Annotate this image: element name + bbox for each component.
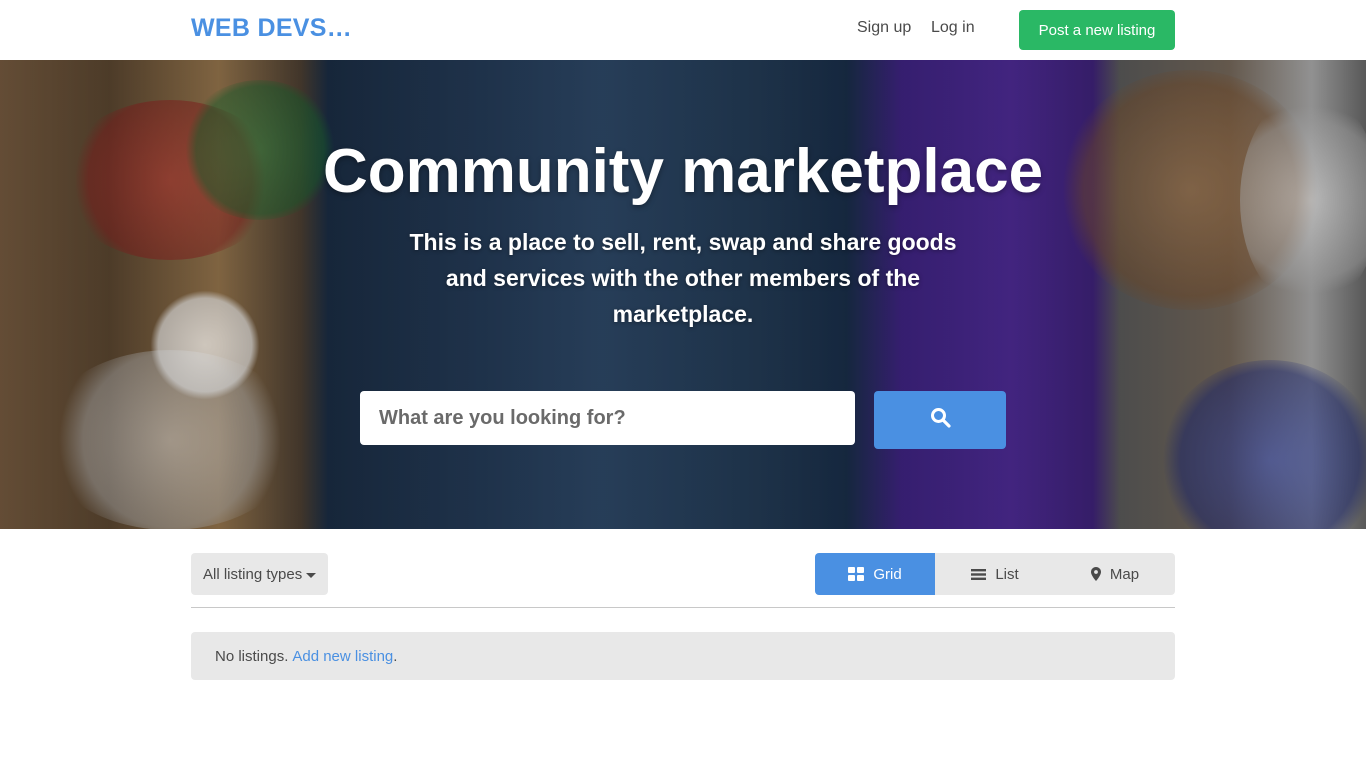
map-marker-icon [1090, 567, 1101, 581]
list-icon [971, 568, 987, 581]
caret-down-icon [306, 573, 317, 578]
view-toggle: Grid List Map [815, 553, 1175, 595]
listing-type-dropdown[interactable]: All listing types [191, 553, 328, 595]
hero-background-decoration [1160, 360, 1366, 529]
login-link[interactable]: Log in [931, 19, 975, 37]
map-view-button[interactable]: Map [1055, 553, 1175, 595]
list-view-button[interactable]: List [935, 553, 1055, 595]
hero-title: Community marketplace [322, 137, 1044, 206]
add-new-listing-link[interactable]: Add new listing [292, 648, 393, 665]
grid-view-button[interactable]: Grid [815, 553, 935, 595]
empty-listings-notice: No listings. Add new listing. [191, 632, 1175, 680]
list-view-label: List [995, 565, 1019, 583]
site-logo[interactable]: WEB DEVS… [191, 14, 352, 43]
post-listing-button[interactable]: Post a new listing [1019, 10, 1175, 50]
search-input[interactable] [360, 391, 855, 445]
grid-view-label: Grid [873, 565, 902, 583]
hero-banner: Community marketplace This is a place to… [0, 60, 1366, 529]
divider [191, 607, 1175, 608]
hero-subtitle: This is a place to sell, rent, swap and … [409, 229, 957, 327]
top-bar: WEB DEVS… Sign up Log in Post a new list… [0, 0, 1366, 60]
signup-link[interactable]: Sign up [857, 19, 911, 37]
search-icon [930, 407, 951, 433]
grid-icon [848, 567, 865, 581]
search-button[interactable] [874, 391, 1006, 449]
empty-listings-suffix: . [393, 647, 398, 665]
empty-listings-text: No listings. [215, 647, 289, 665]
hero-background-decoration [150, 290, 260, 400]
listing-type-label: All listing types [203, 565, 303, 583]
map-view-label: Map [1109, 565, 1140, 583]
